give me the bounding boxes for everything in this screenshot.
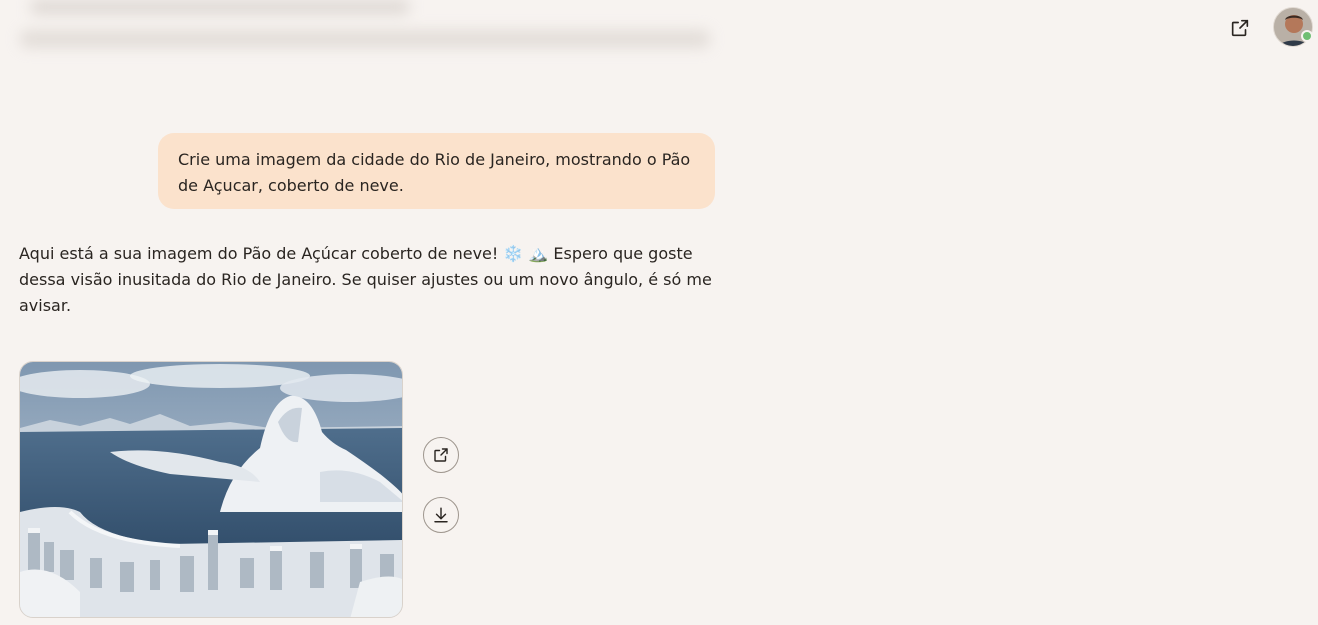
share-conversation-button[interactable] (1226, 14, 1254, 42)
share-icon (434, 448, 448, 462)
snowy-sugarloaf-illustration (20, 362, 402, 617)
download-image-button[interactable] (423, 497, 459, 533)
blurred-previous-content (10, 0, 710, 62)
generated-image[interactable] (19, 361, 403, 618)
share-image-button[interactable] (423, 437, 459, 473)
user-message-text: Crie uma imagem da cidade do Rio de Jane… (178, 150, 691, 195)
assistant-message-text: Aqui está a sua imagem do Pão de Açúcar … (19, 244, 712, 315)
online-status-badge (1301, 30, 1313, 42)
download-icon (434, 507, 448, 523)
share-icon (1231, 19, 1249, 37)
chat-page: Crie uma imagem da cidade do Rio de Jane… (0, 0, 1318, 625)
user-message-bubble: Crie uma imagem da cidade do Rio de Jane… (158, 133, 715, 209)
